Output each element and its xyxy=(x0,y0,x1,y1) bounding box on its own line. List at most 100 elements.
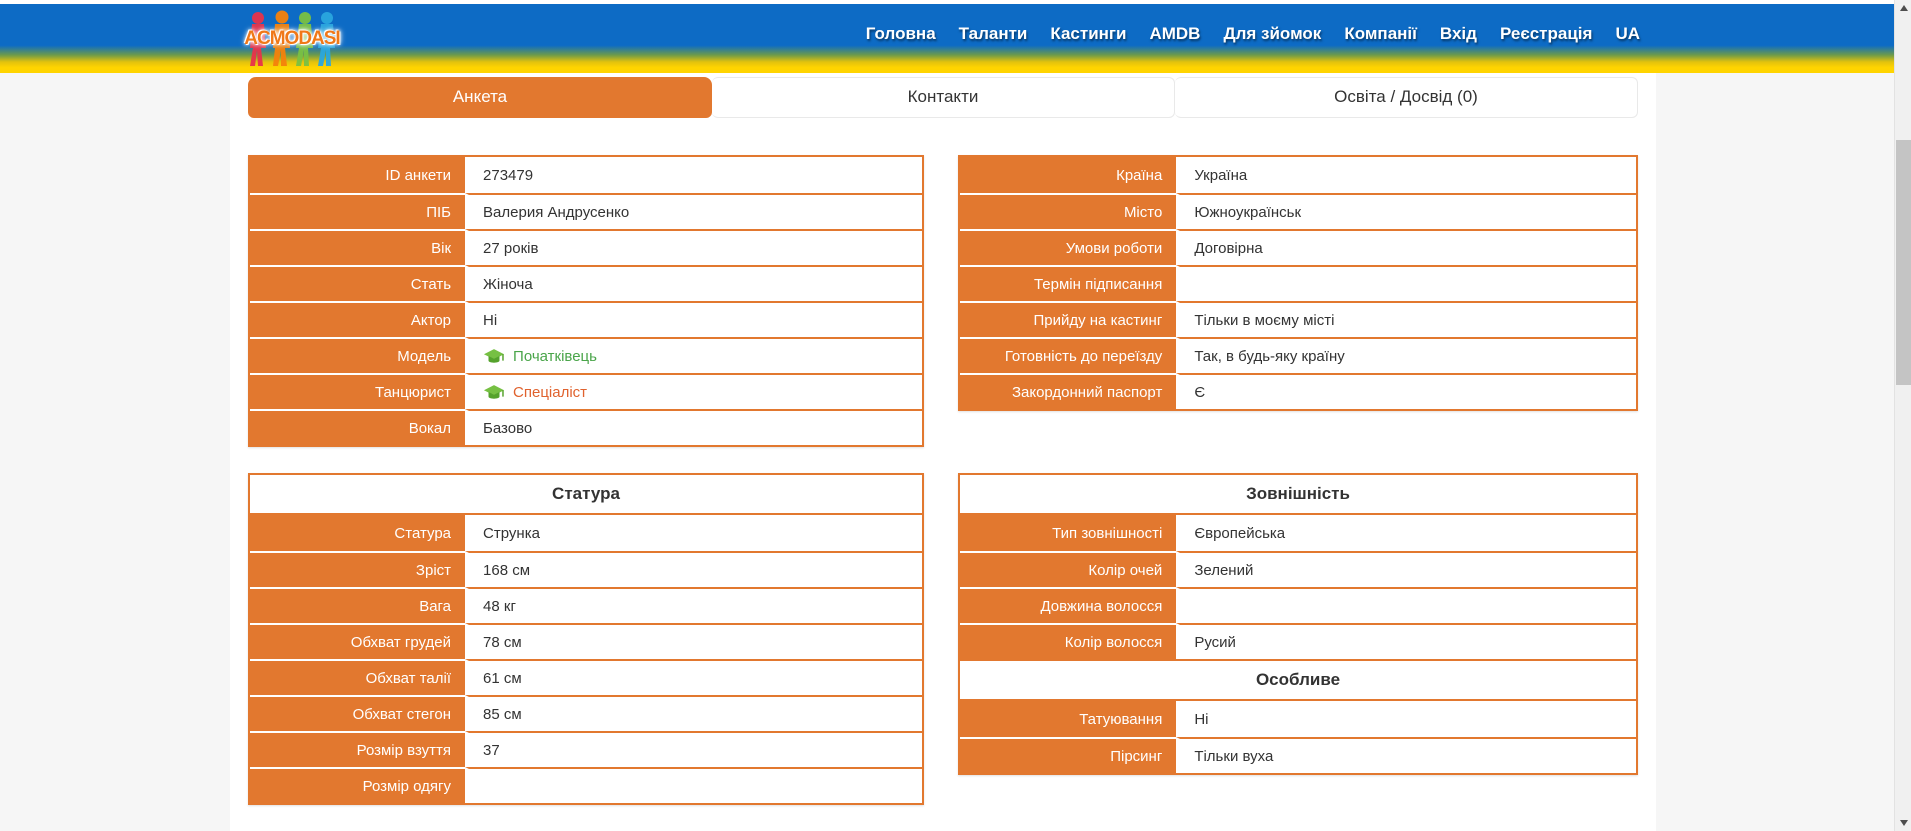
row-value: Русий xyxy=(1176,623,1636,659)
table-row: Татуювання Ні xyxy=(960,701,1636,737)
row-value xyxy=(465,767,922,803)
row-label: Розмір одягу xyxy=(250,767,466,803)
row-label: Пірсинг xyxy=(960,737,1177,773)
tables-grid: ID анкети 273479 ПІБ Валерия Андрусенко … xyxy=(248,155,1638,805)
row-value: 27 років xyxy=(465,229,922,265)
table-row: Колір волосся Русий xyxy=(960,623,1636,659)
row-label: ПІБ xyxy=(250,193,466,229)
graduation-cap-icon xyxy=(483,384,505,401)
nav-item-for-shoots[interactable]: Для зйомок xyxy=(1223,24,1321,44)
table-row: Пірсинг Тільки вуха xyxy=(960,737,1636,773)
table-row: Термін підписання xyxy=(960,265,1636,301)
nav-item-castings[interactable]: Кастинги xyxy=(1050,24,1126,44)
nav-item-companies[interactable]: Компанії xyxy=(1344,24,1417,44)
row-value: 48 кг xyxy=(465,587,922,623)
row-label: Татуювання xyxy=(960,701,1177,737)
table-row: Готовність до переїзду Так, в будь-яку к… xyxy=(960,337,1636,373)
graduation-cap-icon xyxy=(483,348,505,365)
scrollbar-down-arrow-icon[interactable] xyxy=(1895,815,1911,831)
table-row: Розмір одягу xyxy=(250,767,922,803)
row-value: Зелений xyxy=(1176,551,1636,587)
row-label: Стать xyxy=(250,265,466,301)
row-value: Тільки вуха xyxy=(1176,737,1636,773)
logo-text: ACMODASI xyxy=(244,28,340,49)
row-label: Статура xyxy=(250,515,466,551)
row-label: Термін підписання xyxy=(960,265,1177,301)
header: ACMODASI Головна Таланти Кастинги AMDB Д… xyxy=(0,4,1894,73)
row-value: Договірна xyxy=(1176,229,1636,265)
tab-anketa[interactable]: Анкета xyxy=(248,77,712,118)
skill-level-link[interactable]: Спеціаліст xyxy=(513,384,587,401)
row-label: Прийду на кастинг xyxy=(960,301,1177,337)
table-row: Вік 27 років xyxy=(250,229,922,265)
row-label: Обхват талії xyxy=(250,659,466,695)
row-value: Європейська xyxy=(1176,515,1636,551)
table-row: Вокал Базово xyxy=(250,409,922,445)
nav-item-login[interactable]: Вхід xyxy=(1440,24,1477,44)
nav-item-talents[interactable]: Таланти xyxy=(959,24,1028,44)
scrollbar-thumb[interactable] xyxy=(1896,140,1911,385)
table-row: Модель Початківець xyxy=(250,337,922,373)
row-value: 85 см xyxy=(465,695,922,731)
row-label: Місто xyxy=(960,193,1177,229)
row-label: Обхват грудей xyxy=(250,623,466,659)
row-value: 37 xyxy=(465,731,922,767)
table-row: Місто Южноукраїнськ xyxy=(960,193,1636,229)
appearance-table: Зовнішність Тип зовнішності Європейська … xyxy=(958,473,1638,775)
nav-item-home[interactable]: Головна xyxy=(866,24,936,44)
row-label: Готовність до переїзду xyxy=(960,337,1177,373)
tab-contacts[interactable]: Контакти xyxy=(712,77,1175,118)
table-row: Країна Україна xyxy=(960,157,1636,193)
tab-bar: Анкета Контакти Освіта / Досвід (0) xyxy=(248,77,1638,118)
row-label: Країна xyxy=(960,157,1177,193)
table-title: Статура xyxy=(250,475,922,515)
row-label: Закордонний паспорт xyxy=(960,373,1177,409)
row-label: Модель xyxy=(250,337,466,373)
skill-level-link[interactable]: Початківець xyxy=(513,348,597,365)
row-value: Тільки в моєму місті xyxy=(1176,301,1636,337)
table-row: Довжина волосся xyxy=(960,587,1636,623)
table-row: Стать Жіноча xyxy=(250,265,922,301)
table-title: Зовнішність xyxy=(960,475,1636,515)
row-value: Южноукраїнськ xyxy=(1176,193,1636,229)
row-label: Зріст xyxy=(250,551,466,587)
table-row: Тип зовнішності Європейська xyxy=(960,515,1636,551)
row-value xyxy=(1176,265,1636,301)
tab-education-experience[interactable]: Освіта / Досвід (0) xyxy=(1175,77,1638,118)
table-row: Закордонний паспорт Є xyxy=(960,373,1636,409)
row-value: Спеціаліст xyxy=(465,373,922,409)
table-row: ПІБ Валерия Андрусенко xyxy=(250,193,922,229)
table-row: Зріст 168 см xyxy=(250,551,922,587)
table-row: Прийду на кастинг Тільки в моєму місті xyxy=(960,301,1636,337)
row-value: Є xyxy=(1176,373,1636,409)
table-row: Розмір взуття 37 xyxy=(250,731,922,767)
row-value: Ні xyxy=(465,301,922,337)
row-value: 168 см xyxy=(465,551,922,587)
row-value: Струнка xyxy=(465,515,922,551)
row-label: Танцюрист xyxy=(250,373,466,409)
row-label: Умови роботи xyxy=(960,229,1177,265)
row-label: Вокал xyxy=(250,409,466,445)
site-logo[interactable]: ACMODASI xyxy=(242,4,342,73)
row-value: 273479 xyxy=(465,157,922,193)
scrollbar[interactable] xyxy=(1894,0,1911,831)
nav-item-amdb[interactable]: AMDB xyxy=(1149,24,1200,44)
table-row: Обхват стегон 85 см xyxy=(250,695,922,731)
scrollbar-up-arrow-icon[interactable] xyxy=(1895,0,1911,16)
row-label: Тип зовнішності xyxy=(960,515,1177,551)
main-nav: Головна Таланти Кастинги AMDB Для зйомок… xyxy=(866,24,1640,44)
row-value: Базово xyxy=(465,409,922,445)
row-label: Обхват стегон xyxy=(250,695,466,731)
table-row: Обхват грудей 78 см xyxy=(250,623,922,659)
row-value: Початківець xyxy=(465,337,922,373)
row-value: 61 см xyxy=(465,659,922,695)
stature-table: Статура Статура Струнка Зріст 168 см Ваг… xyxy=(248,473,924,805)
table-row: Вага 48 кг xyxy=(250,587,922,623)
nav-item-register[interactable]: Реєстрація xyxy=(1500,24,1592,44)
nav-item-language[interactable]: UA xyxy=(1615,24,1640,44)
table-row: Колір очей Зелений xyxy=(960,551,1636,587)
row-label: Актор xyxy=(250,301,466,337)
row-label: Колір очей xyxy=(960,551,1177,587)
row-label: Вага xyxy=(250,587,466,623)
row-value: Ні xyxy=(1176,701,1636,737)
